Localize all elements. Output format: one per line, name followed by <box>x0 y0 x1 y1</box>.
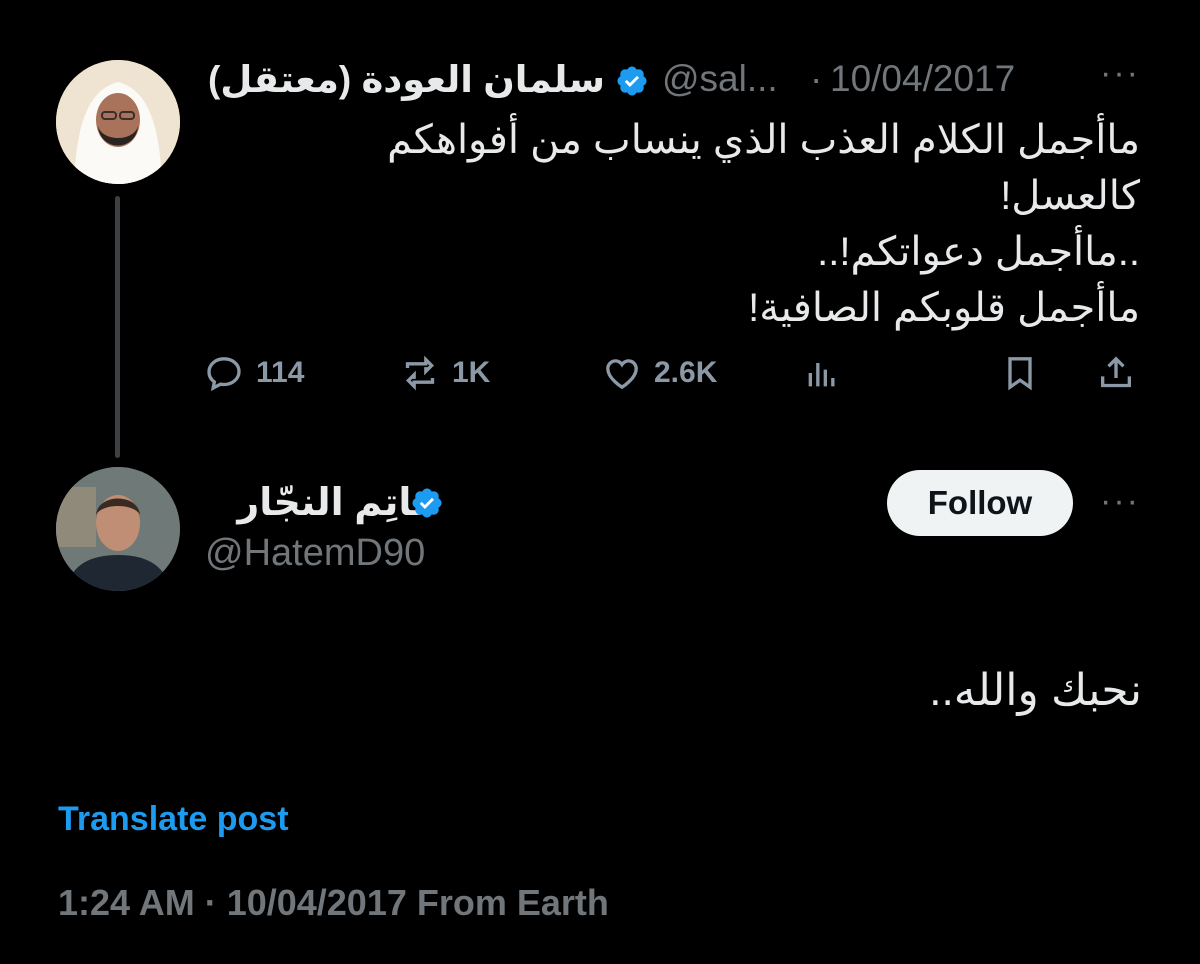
avatar-reply-author[interactable] <box>56 467 180 591</box>
translate-post-link[interactable]: Translate post <box>58 800 289 839</box>
more-options-icon[interactable]: ··· <box>1100 482 1140 521</box>
reply-tweet-text: نحبك والله.. <box>929 666 1142 715</box>
tweet-line: ماأجمل الكلام العذب الذي ينساب من أفواهك… <box>387 118 1140 162</box>
thread-connector <box>115 196 120 458</box>
bookmark-icon <box>1008 357 1032 391</box>
bookmark-button[interactable] <box>1000 345 1040 401</box>
like-count: 2.6K <box>654 356 718 389</box>
follow-button[interactable]: Follow <box>887 470 1073 536</box>
post-timestamp-meta[interactable]: 1:24 AM · 10/04/2017 From Earth <box>58 882 609 924</box>
reply-count: 114 <box>256 356 305 389</box>
like-icon <box>606 359 638 390</box>
share-icon <box>1101 356 1131 388</box>
share-button[interactable] <box>1096 345 1136 401</box>
retweet-count: 1K <box>452 356 491 389</box>
verified-icon <box>410 486 444 525</box>
reply-button[interactable]: 114 <box>204 345 304 401</box>
retweet-icon <box>405 355 435 391</box>
tweet-line: كالعسل! <box>1000 174 1140 218</box>
separator-dot: · <box>810 58 823 99</box>
original-date[interactable]: 10/04/2017 <box>830 58 1015 100</box>
original-author-name[interactable]: سلمان العودة (معتقل) <box>208 58 605 101</box>
tweet-line: ماأجمل قلوبكم الصافية! <box>748 286 1140 330</box>
reply-author-handle[interactable]: @HatemD90 <box>205 532 425 575</box>
like-button[interactable]: 2.6K <box>602 345 717 401</box>
original-author-handle[interactable]: @sal... <box>662 58 778 100</box>
retweet-button[interactable]: 1K <box>400 345 490 401</box>
verified-icon <box>615 64 649 103</box>
tweet-actions-bar: 114 1K 2.6K <box>200 345 1150 401</box>
views-button[interactable] <box>802 345 842 401</box>
reply-icon <box>207 357 241 392</box>
more-options-icon[interactable]: ··· <box>1100 54 1140 93</box>
tweet-line: ..ماأجمل دعواتكم!.. <box>817 230 1140 274</box>
original-tweet-text: ماأجمل الكلام العذب الذي ينساب من أفواهك… <box>180 112 1140 336</box>
views-icon <box>808 363 835 387</box>
avatar-original-author[interactable] <box>56 60 180 184</box>
original-header: سلمان العودة (معتقل) @sal... · 10/04/201… <box>200 54 1150 106</box>
